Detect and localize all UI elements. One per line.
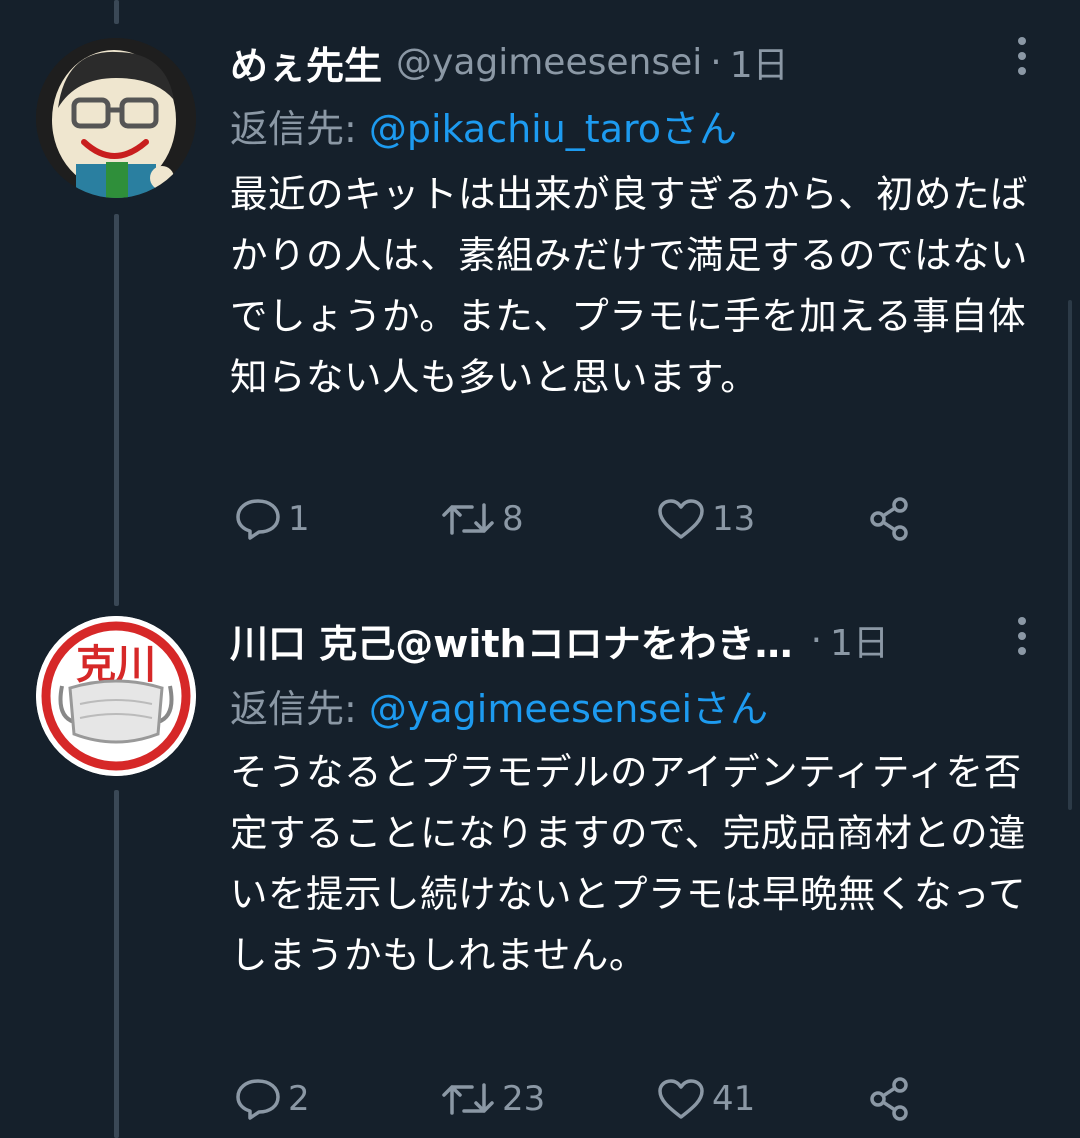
more-options-icon[interactable] [1012, 28, 1032, 84]
reply-label: 返信先: [230, 687, 369, 731]
retweet-icon [442, 1083, 494, 1115]
reply-button[interactable]: 2 [234, 1074, 310, 1124]
retweet-count: 8 [502, 499, 524, 539]
retweet-count: 23 [502, 1079, 546, 1119]
avatar[interactable] [36, 38, 196, 198]
heart-icon [658, 1079, 704, 1119]
retweet-button[interactable]: 23 [440, 1074, 545, 1124]
reply-count: 2 [288, 1079, 310, 1119]
retweet-icon [442, 503, 494, 535]
display-name[interactable]: めぇ先生 [230, 35, 382, 90]
tweet-2[interactable]: 克川 川口 克己@withコロナをわき… · 1日 返信先: @yagimees… [0, 600, 1080, 1138]
reply-mention-link[interactable]: @yagimeesensei [369, 687, 692, 731]
reply-count: 1 [288, 499, 310, 539]
tweet-text: 最近のキットは出来が良すぎるから、初めたばかりの人は、素組みだけで満足するのでは… [230, 172, 1028, 399]
timestamp[interactable]: 1日 [730, 36, 789, 88]
more-options-icon[interactable] [1012, 608, 1032, 664]
share-icon [870, 497, 908, 541]
reply-icon [236, 1079, 280, 1120]
reply-suffix: さん [692, 687, 769, 731]
user-handle[interactable]: @yagimeesensei [396, 42, 702, 83]
like-button[interactable]: 41 [656, 1074, 755, 1124]
tweet-text: そうなるとプラモデルのアイデンティティを否定することになりますので、完成品商材と… [230, 750, 1027, 977]
tweet-1[interactable]: めぇ先生 @yagimeesensei · 1日 返信先: @pikachiu_… [0, 0, 1080, 580]
separator-dot: · [810, 619, 823, 661]
timestamp[interactable]: 1日 [830, 614, 889, 666]
retweet-button[interactable]: 8 [440, 494, 524, 544]
replying-to: 返信先: @pikachiu_taroさん [230, 98, 737, 153]
tweet-header: めぇ先生 @yagimeesensei · 1日 [230, 34, 789, 90]
replying-to: 返信先: @yagimeesenseiさん [230, 678, 768, 733]
share-button[interactable] [866, 494, 914, 544]
cartoon-teacher-avatar-icon [36, 38, 196, 198]
reply-label: 返信先: [230, 107, 369, 151]
heart-icon [658, 499, 704, 539]
mask-logo-avatar-icon: 克川 [36, 616, 196, 776]
share-icon [870, 1077, 908, 1121]
reply-button[interactable]: 1 [234, 494, 310, 544]
display-name[interactable]: 川口 克己@withコロナをわき… [230, 613, 793, 668]
action-bar: 1 8 13 [230, 494, 930, 544]
action-bar: 2 23 41 [230, 1074, 930, 1124]
like-button[interactable]: 13 [656, 494, 755, 544]
reply-suffix: さん [661, 107, 738, 151]
separator-dot: · [710, 41, 722, 83]
reply-icon [236, 499, 280, 540]
avatar[interactable]: 克川 [36, 616, 196, 776]
conversation-thread: めぇ先生 @yagimeesensei · 1日 返信先: @pikachiu_… [0, 0, 1080, 1138]
reply-mention-link[interactable]: @pikachiu_taro [369, 107, 661, 151]
like-count: 41 [712, 1079, 756, 1119]
share-button[interactable] [866, 1074, 914, 1124]
like-count: 13 [712, 499, 756, 539]
tweet-header: 川口 克己@withコロナをわき… · 1日 [230, 612, 889, 668]
